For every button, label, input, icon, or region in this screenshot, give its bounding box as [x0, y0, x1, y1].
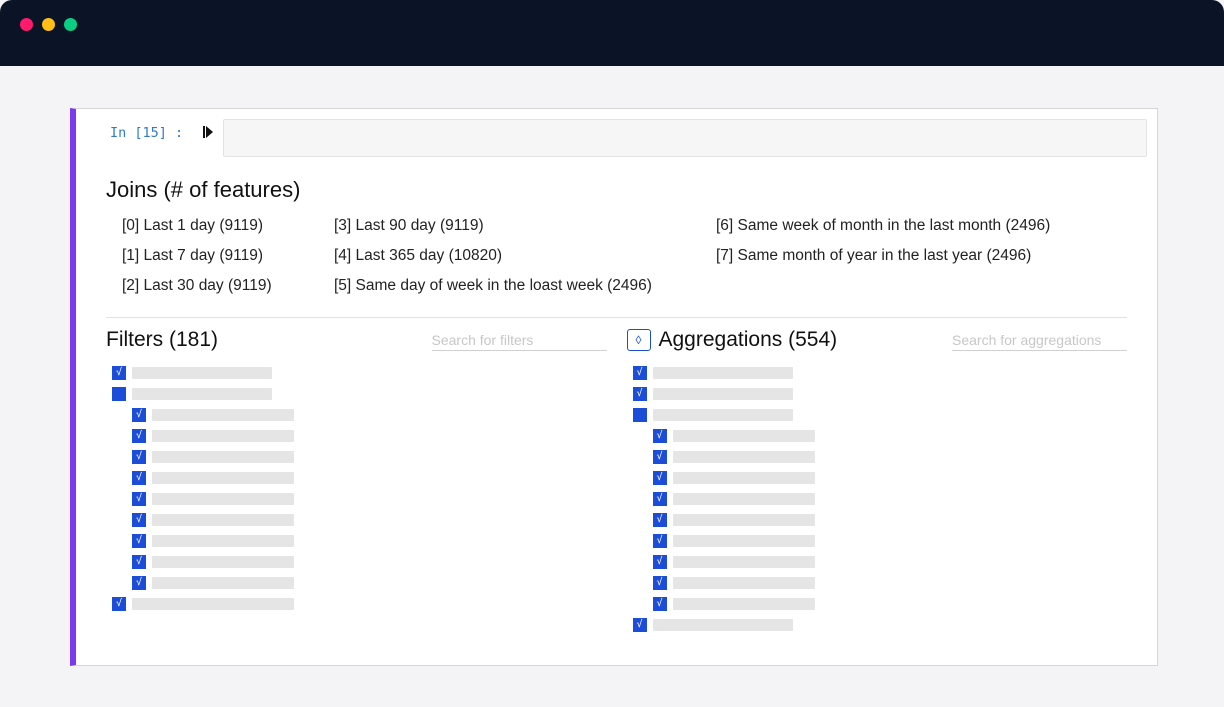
checkbox-icon[interactable] [653, 429, 667, 443]
checkbox-icon[interactable] [653, 471, 667, 485]
titlebar [0, 0, 1224, 66]
aggregations-panel: ◊ Aggregations (554) [627, 328, 1128, 639]
checkbox-icon[interactable] [653, 576, 667, 590]
checkbox-icon[interactable] [653, 492, 667, 506]
checkbox-icon[interactable] [633, 618, 647, 632]
checkbox-icon[interactable] [653, 513, 667, 527]
collapse-icon[interactable] [633, 408, 647, 422]
notebook-cell: In [15] : Joins (# of features) [0] Last… [70, 108, 1158, 666]
close-icon[interactable] [20, 18, 33, 31]
checkbox-icon[interactable] [653, 555, 667, 569]
checkbox-icon[interactable] [653, 450, 667, 464]
output-content: Joins (# of features) [0] Last 1 day (91… [76, 157, 1157, 639]
aggregations-tree [627, 366, 1128, 632]
checkbox-icon[interactable] [653, 534, 667, 548]
tree-row[interactable] [633, 408, 1128, 422]
panels: Filters (181) ◊ Aggregations (554) [106, 328, 1127, 639]
maximize-icon[interactable] [64, 18, 77, 31]
checkbox-icon[interactable] [653, 597, 667, 611]
app-window: In [15] : Joins (# of features) [0] Last… [0, 0, 1224, 707]
minimize-icon[interactable] [42, 18, 55, 31]
